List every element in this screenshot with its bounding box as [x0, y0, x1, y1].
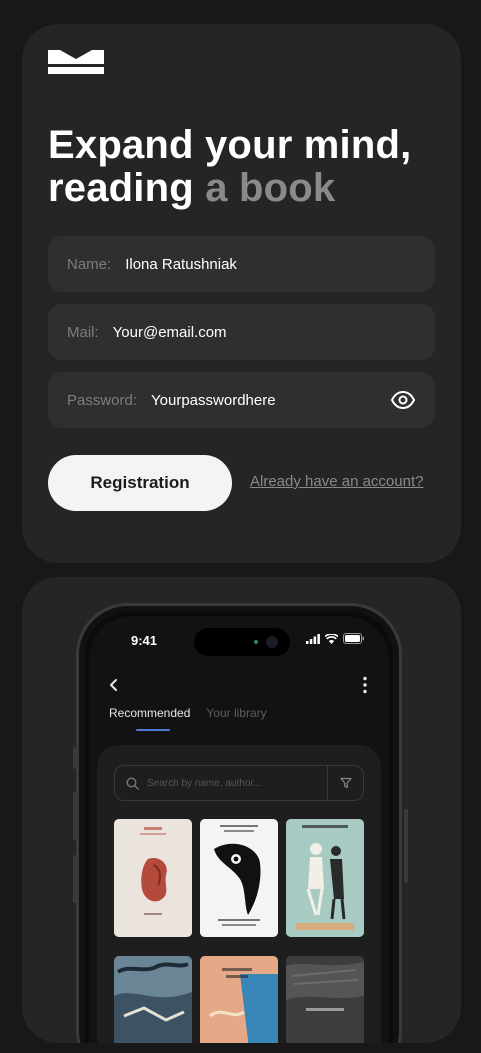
book-cover-art	[114, 819, 192, 937]
active-tab-indicator	[136, 729, 170, 731]
name-label: Name:	[67, 255, 112, 273]
back-chevron-icon[interactable]	[107, 678, 121, 692]
battery-icon	[343, 633, 364, 644]
email-value[interactable]: Your@email.com	[113, 324, 227, 341]
book-cover[interactable]	[114, 819, 192, 937]
book-cover[interactable]	[114, 956, 192, 1043]
search-bar[interactable]: Search by name, author...	[114, 765, 364, 801]
registration-card: Expand your mind, reading a book Name: I…	[22, 24, 461, 563]
eye-icon[interactable]	[391, 388, 415, 412]
status-icons	[306, 633, 365, 644]
camera-icon	[266, 636, 278, 648]
status-bar: 9:41	[89, 616, 389, 656]
page-title: Expand your mind, reading a book	[48, 124, 411, 210]
headline-line-1: Expand your mind,	[48, 123, 412, 167]
indicator-dot	[254, 640, 258, 644]
book-logo-icon	[48, 50, 104, 74]
phone-mockup: 9:41 Recommended Your library Search by …	[76, 603, 402, 1043]
book-cover[interactable]	[286, 819, 364, 937]
headline-line-2-strong: reading	[48, 166, 194, 210]
login-link[interactable]: Already have an account?	[250, 473, 423, 490]
email-field[interactable]: Mail: Your@email.com	[48, 304, 435, 360]
book-cover-art	[286, 819, 364, 937]
password-field[interactable]: Password: Yourpasswordhere	[48, 372, 435, 428]
book-cover-art	[200, 956, 278, 1043]
filter-button[interactable]	[327, 765, 363, 801]
book-cover-art	[200, 819, 278, 937]
book-cover[interactable]	[200, 819, 278, 937]
password-label: Password:	[67, 391, 138, 409]
email-label: Mail:	[67, 323, 99, 341]
book-cover[interactable]	[286, 956, 364, 1043]
tab-recommended[interactable]: Recommended	[109, 706, 190, 720]
tab-your-library[interactable]: Your library	[206, 706, 266, 720]
wifi-icon	[325, 633, 338, 644]
status-time: 9:41	[131, 633, 158, 648]
phone-screen: 9:41 Recommended Your library Search by …	[89, 616, 389, 1043]
password-value[interactable]: Yourpasswordhere	[151, 392, 276, 409]
name-value[interactable]: Ilona Ratushniak	[125, 256, 237, 273]
dynamic-island	[194, 628, 290, 656]
phone-button	[404, 809, 408, 883]
filter-icon	[339, 777, 352, 789]
search-input[interactable]: Search by name, author...	[147, 778, 327, 789]
books-panel: Search by name, author...	[97, 745, 381, 1043]
search-icon	[126, 776, 139, 790]
registration-button[interactable]: Registration	[48, 455, 232, 511]
app-preview-card: 9:41 Recommended Your library Search by …	[22, 577, 461, 1043]
book-cover-art	[114, 956, 192, 1043]
more-vertical-icon[interactable]	[363, 676, 367, 694]
headline-line-2-muted: a book	[205, 166, 336, 210]
book-cover[interactable]	[200, 956, 278, 1043]
book-cover-art	[286, 956, 364, 1043]
signal-icon	[306, 633, 320, 644]
name-field[interactable]: Name: Ilona Ratushniak	[48, 236, 435, 292]
tab-bar: Recommended Your library	[109, 706, 267, 720]
